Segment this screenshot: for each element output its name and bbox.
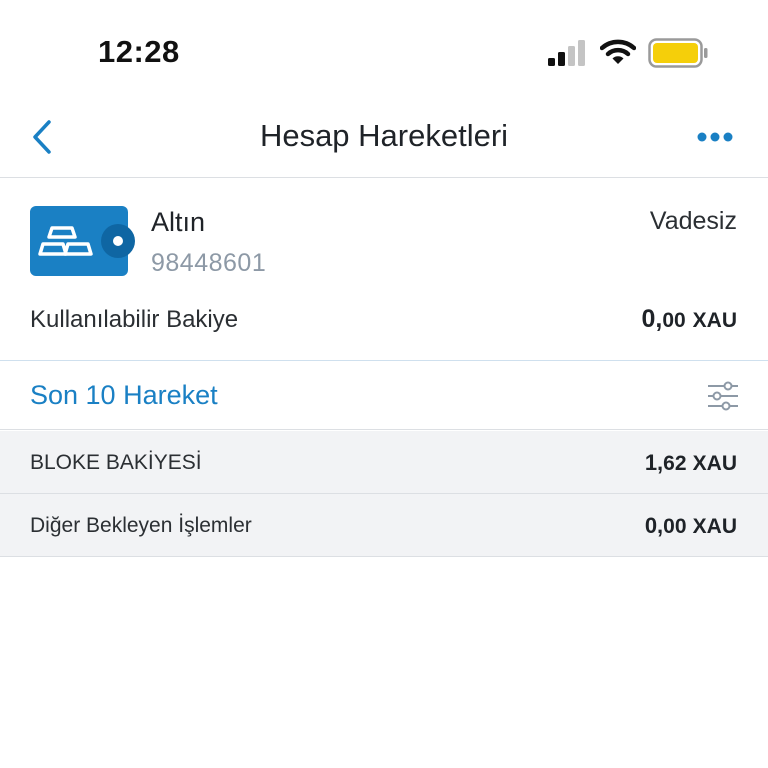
account-card: Altın 98448601 Vadesiz Kullanılabilir Ba… (0, 179, 768, 361)
account-name: Altın (151, 207, 206, 237)
available-balance-value: 0,00 XAU (641, 305, 737, 334)
balance-unit: XAU (692, 309, 737, 332)
battery-icon (648, 38, 708, 68)
status-bar: 12:28 (0, 0, 768, 100)
ellipsis-icon (697, 132, 733, 142)
amount-unit: XAU (692, 515, 737, 538)
transaction-list: BLOKE BAKİYESİ 1,62 XAU Diğer Bekleyen İ… (0, 431, 768, 557)
section-header: Son 10 Hareket (0, 362, 768, 430)
amount-decimal: 62 (663, 452, 687, 475)
list-item[interactable]: Diğer Bekleyen İşlemler 0,00 XAU (0, 494, 768, 557)
nav-bar: Hesap Hareketleri (0, 100, 768, 178)
list-item-amount: 1,62 XAU (645, 450, 737, 476)
page-title: Hesap Hareketleri (259, 118, 509, 153)
status-time: 12:28 (98, 34, 180, 69)
list-item-label: BLOKE BAKİYESİ (30, 451, 202, 474)
account-number: 98448601 (151, 249, 267, 277)
amount-integer: 1, (644, 450, 664, 475)
signal-icon (548, 40, 585, 66)
account-type: Vadesiz (649, 207, 737, 235)
available-balance-label: Kullanılabilir Bakiye (30, 306, 239, 333)
list-item-label: Diğer Bekleyen İşlemler (30, 514, 252, 537)
balance-decimal: 00 (662, 309, 686, 332)
section-title: Son 10 Hareket (30, 380, 218, 410)
list-item-amount: 0,00 XAU (645, 513, 737, 539)
filter-sliders-icon (708, 381, 738, 411)
list-item[interactable]: BLOKE BAKİYESİ 1,62 XAU (0, 431, 768, 494)
amount-unit: XAU (692, 452, 737, 475)
amount-integer: 0, (644, 513, 664, 538)
amount-decimal: 00 (663, 515, 687, 538)
balance-integer: 0, (641, 305, 663, 333)
more-options-button[interactable] (690, 122, 740, 152)
wifi-icon (600, 39, 636, 64)
gold-bars-wallet-icon (30, 206, 135, 276)
filter-button[interactable] (706, 380, 740, 412)
